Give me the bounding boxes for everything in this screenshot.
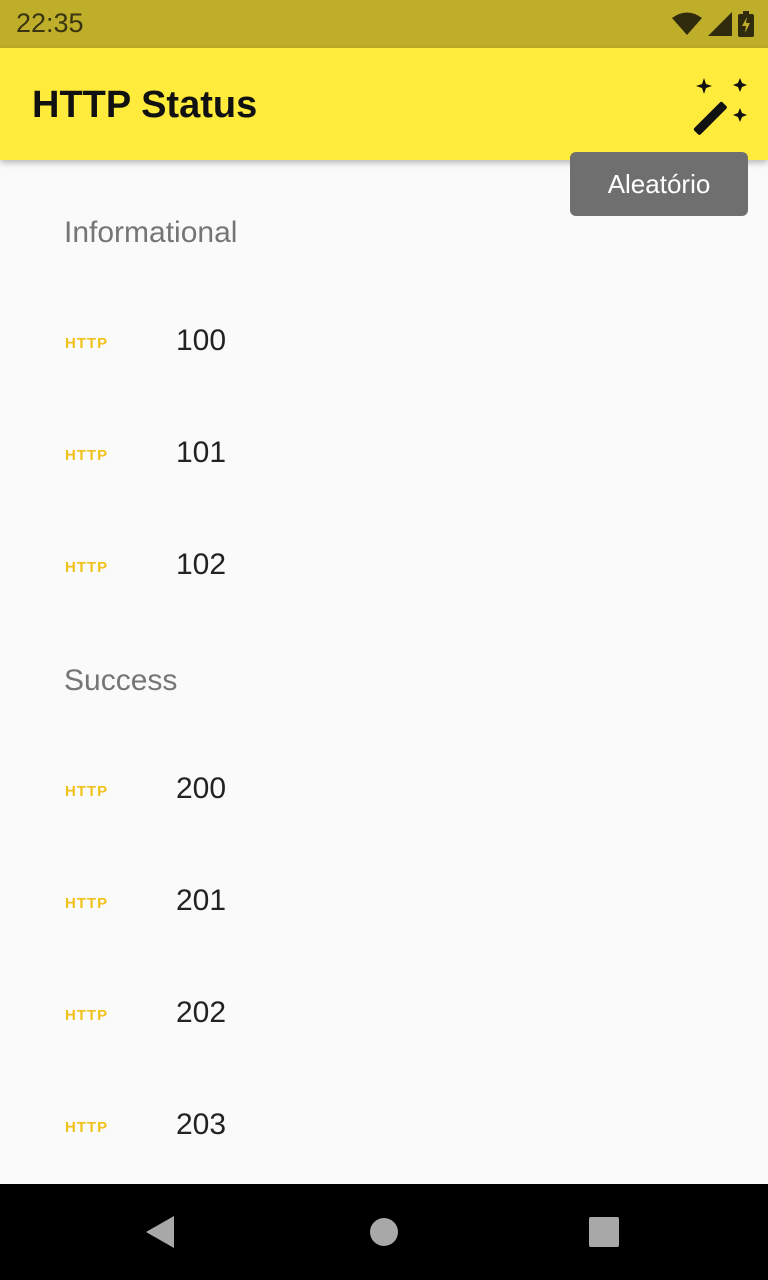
status-code: 100	[176, 324, 227, 357]
app-title: HTTP Status	[32, 84, 258, 126]
list-item[interactable]: HTTP 200	[0, 736, 768, 848]
list-item[interactable]: HTTP 203	[0, 1072, 768, 1184]
random-button[interactable]	[686, 74, 750, 138]
http-tag: HTTP	[65, 895, 109, 912]
app-bar: HTTP Status	[0, 48, 768, 160]
status-code: 102	[176, 548, 227, 581]
list-item[interactable]: HTTP 100	[0, 288, 768, 400]
back-button[interactable]	[128, 1200, 192, 1264]
magic-wand-icon	[693, 78, 747, 135]
wifi-icon	[672, 12, 702, 35]
navigation-bar	[0, 1184, 768, 1280]
status-code: 101	[176, 436, 227, 469]
signal-icon	[708, 12, 732, 36]
list-item[interactable]: HTTP 202	[0, 960, 768, 1072]
list-item[interactable]: HTTP 101	[0, 400, 768, 512]
status-list[interactable]: Informational HTTP 100 HTTP 101 HTTP 102…	[0, 160, 768, 1184]
http-tag: HTTP	[65, 335, 109, 352]
http-tag: HTTP	[65, 559, 109, 576]
http-tag: HTTP	[65, 1007, 109, 1024]
random-tooltip: Aleatório	[570, 152, 748, 216]
status-time: 22:35	[16, 8, 84, 38]
status-code: 200	[176, 772, 227, 805]
home-button[interactable]	[352, 1200, 416, 1264]
list-item[interactable]: HTTP 201	[0, 848, 768, 960]
recents-button[interactable]	[572, 1200, 636, 1264]
home-icon	[370, 1218, 398, 1246]
http-tag: HTTP	[65, 447, 109, 464]
back-icon	[146, 1216, 174, 1248]
http-tag: HTTP	[65, 783, 109, 800]
status-bar: 22:35	[0, 0, 768, 48]
status-code: 202	[176, 996, 227, 1029]
status-code: 201	[176, 884, 227, 917]
section-header-informational: Informational	[64, 216, 238, 249]
http-tag: HTTP	[65, 1119, 109, 1136]
status-code: 203	[176, 1108, 227, 1141]
section-header-success: Success	[64, 664, 178, 697]
list-item[interactable]: HTTP 102	[0, 512, 768, 624]
recents-icon	[589, 1217, 619, 1247]
status-icons	[672, 10, 754, 38]
battery-charging-icon	[738, 11, 754, 37]
